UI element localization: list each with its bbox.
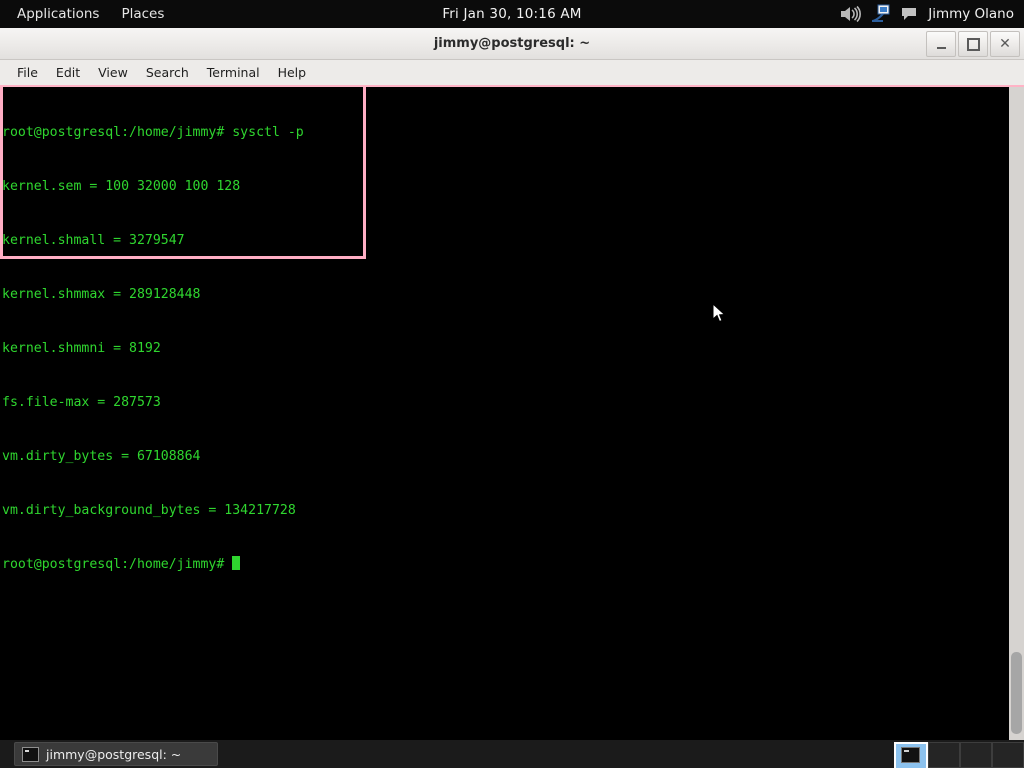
network-icon[interactable] (870, 4, 892, 24)
menu-terminal[interactable]: Terminal (198, 60, 269, 85)
terminal-line: kernel.shmmax = 289128448 (2, 286, 304, 304)
workspace-3[interactable] (960, 742, 992, 768)
terminal-line: kernel.shmmni = 8192 (2, 340, 304, 358)
terminal-window: jimmy@postgresql: ~ ✕ File Edit View Sea… (0, 28, 1024, 740)
volume-icon[interactable] (839, 5, 861, 23)
workspace-window-thumbnail (901, 747, 920, 763)
terminal-line: fs.file-max = 287573 (2, 394, 304, 412)
terminal-scrollbar[interactable] (1008, 87, 1024, 743)
taskbar-window-label: jimmy@postgresql: ~ (46, 747, 181, 762)
terminal-menubar: File Edit View Search Terminal Help (0, 60, 1024, 87)
window-controls: ✕ (926, 31, 1020, 57)
terminal-prompt: root@postgresql:/home/jimmy# (2, 557, 232, 572)
terminal-cursor (232, 556, 240, 570)
terminal-prompt-line: root@postgresql:/home/jimmy# (2, 556, 304, 574)
terminal-icon (22, 747, 39, 762)
top-panel: Applications Places Fri Jan 30, 10:16 AM (0, 0, 1024, 28)
user-name-label[interactable]: Jimmy Olano (926, 6, 1014, 22)
workspace-switcher (894, 742, 1024, 766)
terminal-line: vm.dirty_bytes = 67108864 (2, 448, 304, 466)
scrollbar-thumb[interactable] (1011, 652, 1022, 734)
taskbar-window-button[interactable]: jimmy@postgresql: ~ (14, 742, 218, 766)
minimize-button[interactable] (926, 31, 956, 57)
menu-file[interactable]: File (8, 60, 47, 85)
terminal-output-area[interactable]: root@postgresql:/home/jimmy# sysctl -p k… (0, 87, 1024, 743)
panel-status-area: Jimmy Olano (839, 0, 1024, 28)
close-button[interactable]: ✕ (990, 31, 1020, 57)
workspace-1[interactable] (894, 742, 928, 768)
chat-icon[interactable] (901, 7, 917, 21)
terminal-line: kernel.shmall = 3279547 (2, 232, 304, 250)
workspace-2[interactable] (928, 742, 960, 768)
workspace-4[interactable] (992, 742, 1024, 768)
terminal-text: root@postgresql:/home/jimmy# sysctl -p k… (2, 88, 304, 610)
menu-edit[interactable]: Edit (47, 60, 89, 85)
maximize-button[interactable] (958, 31, 988, 57)
window-titlebar[interactable]: jimmy@postgresql: ~ ✕ (0, 28, 1024, 60)
menu-view[interactable]: View (89, 60, 137, 85)
window-title: jimmy@postgresql: ~ (434, 36, 590, 51)
menu-help[interactable]: Help (269, 60, 316, 85)
terminal-line: kernel.sem = 100 32000 100 128 (2, 178, 304, 196)
terminal-line: vm.dirty_background_bytes = 134217728 (2, 502, 304, 520)
menu-search[interactable]: Search (137, 60, 198, 85)
terminal-line: root@postgresql:/home/jimmy# sysctl -p (2, 124, 304, 142)
desktop-screen: Applications Places Fri Jan 30, 10:16 AM (0, 0, 1024, 768)
bottom-taskbar: jimmy@postgresql: ~ (0, 740, 1024, 768)
